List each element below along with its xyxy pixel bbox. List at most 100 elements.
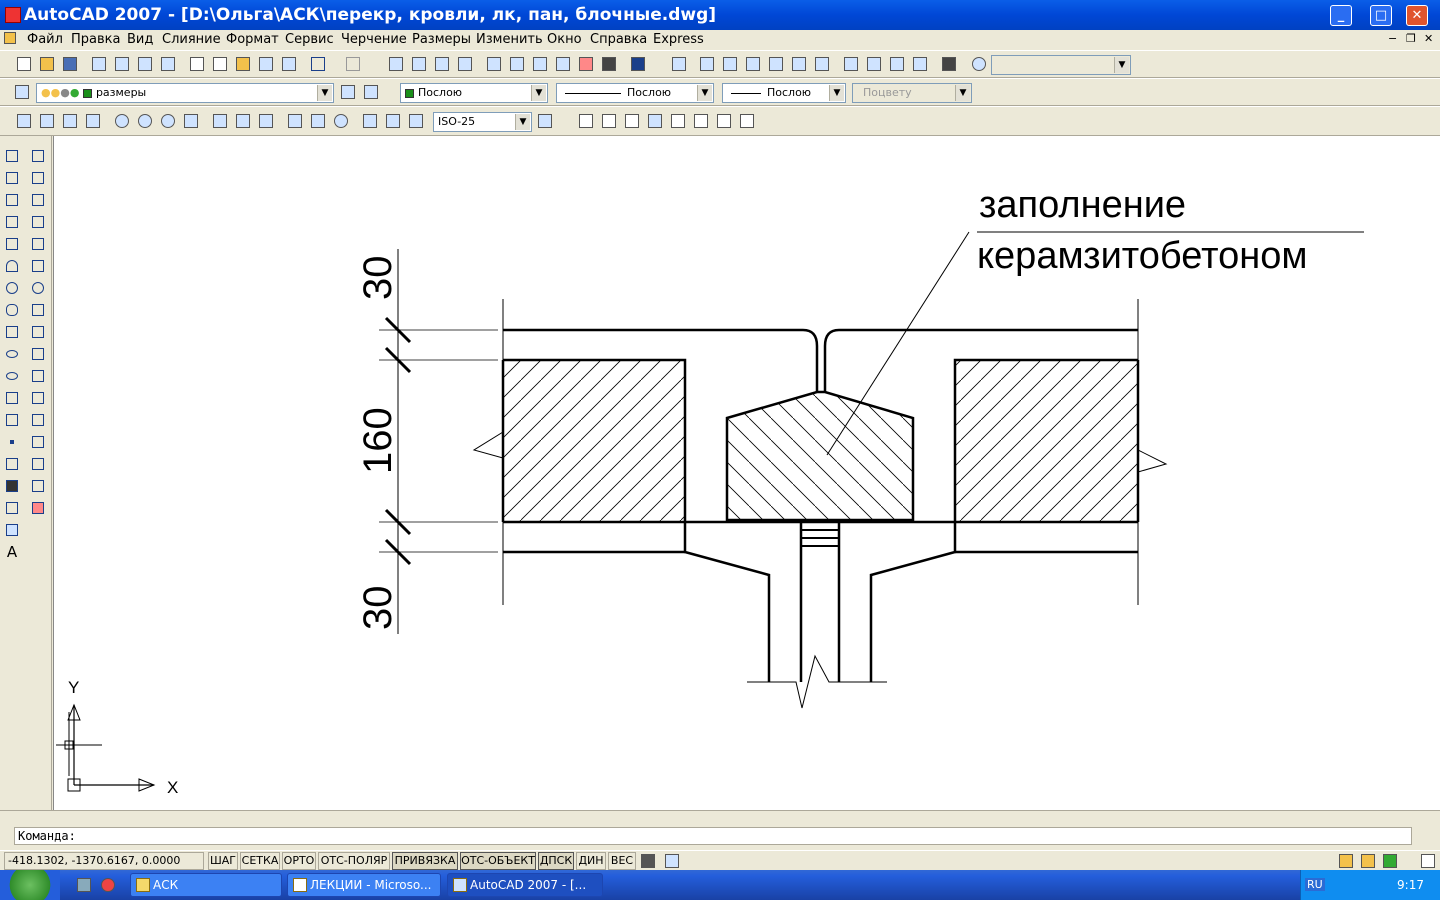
dim-style-icon[interactable] <box>535 111 555 131</box>
camera-icon[interactable] <box>939 54 959 74</box>
dim-diameter-icon[interactable] <box>158 111 178 131</box>
view-ne-iso-icon[interactable] <box>887 54 907 74</box>
polygon-icon[interactable] <box>2 212 22 232</box>
menu-tools[interactable]: Сервис <box>285 32 334 47</box>
scale-text-icon[interactable] <box>691 111 711 131</box>
dim-linear-icon[interactable] <box>14 111 34 131</box>
make-block-icon[interactable] <box>2 410 22 430</box>
color-combo[interactable]: Послою ▼ <box>400 83 548 103</box>
tool-palettes-icon[interactable] <box>530 54 550 74</box>
3d-dwf-icon[interactable] <box>158 54 178 74</box>
comm-center-icon[interactable] <box>1380 851 1400 871</box>
hatch-icon[interactable] <box>2 454 22 474</box>
text-style-icon[interactable] <box>668 111 688 131</box>
doc-close-icon[interactable]: ✕ <box>1424 32 1433 45</box>
menu-file[interactable]: Файл <box>27 32 63 47</box>
menu-view[interactable]: Вид <box>127 32 153 47</box>
lock-icon[interactable] <box>1336 851 1356 871</box>
properties-icon[interactable] <box>484 54 504 74</box>
toggle-osnap[interactable]: ПРИВЯЗКА <box>392 852 458 870</box>
view-sw-iso-icon[interactable] <box>841 54 861 74</box>
dim-text-edit-icon[interactable] <box>383 111 403 131</box>
view-top-icon[interactable] <box>697 54 717 74</box>
single-line-text-icon[interactable] <box>599 111 619 131</box>
view-nw-iso-icon[interactable] <box>910 54 930 74</box>
menu-window[interactable]: Окно <box>547 32 582 47</box>
toggle-otrack[interactable]: ОТС-ОБЪЕКТ <box>460 852 536 870</box>
justify-text-icon[interactable] <box>714 111 734 131</box>
mirror-icon[interactable] <box>28 190 48 210</box>
line-icon[interactable] <box>2 146 22 166</box>
region-icon[interactable] <box>2 498 22 518</box>
plot-icon[interactable] <box>89 54 109 74</box>
toggle-dyn[interactable]: ДИН <box>576 852 606 870</box>
menu-format[interactable]: Формат <box>226 32 279 47</box>
lineweight-combo[interactable]: Послою ▼ <box>722 83 846 103</box>
find-text-icon[interactable] <box>645 111 665 131</box>
dim-baseline-icon[interactable] <box>233 111 253 131</box>
markup-icon[interactable] <box>576 54 596 74</box>
break-at-point-icon[interactable] <box>28 388 48 408</box>
viewport-icon[interactable] <box>969 54 989 74</box>
layer-manager-icon[interactable] <box>12 82 32 102</box>
autocad-app-icon[interactable] <box>5 7 21 23</box>
break-icon[interactable] <box>28 410 48 430</box>
make-current-layer-icon[interactable] <box>338 82 358 102</box>
toggle-snap[interactable]: ШАГ <box>208 852 238 870</box>
tolerance-icon[interactable] <box>308 111 328 131</box>
table-icon[interactable] <box>2 520 22 540</box>
zoom-window-icon[interactable] <box>432 54 452 74</box>
convert-distance-icon[interactable] <box>737 111 757 131</box>
quicklaunch-desktop-icon[interactable] <box>74 875 94 895</box>
help-icon[interactable] <box>628 54 648 74</box>
document-icon[interactable] <box>2 30 18 48</box>
multiline-icon[interactable] <box>2 190 22 210</box>
start-button[interactable] <box>0 870 60 900</box>
layer-combo[interactable]: ●●●● размеры ▼ <box>36 83 334 103</box>
layer-previous-icon[interactable] <box>361 82 381 102</box>
offset-icon[interactable] <box>28 212 48 232</box>
dim-radius-icon[interactable] <box>112 111 132 131</box>
cut-icon[interactable] <box>187 54 207 74</box>
view-bottom-icon[interactable] <box>720 54 740 74</box>
plotstyle-combo[interactable]: Поцвету ▼ <box>852 83 972 103</box>
dim-aligned-icon[interactable] <box>37 111 57 131</box>
view-back-icon[interactable] <box>812 54 832 74</box>
menu-modify[interactable]: Изменить <box>476 32 543 47</box>
menu-dimension[interactable]: Размеры <box>412 32 471 47</box>
new-icon[interactable] <box>14 54 34 74</box>
ellipse-arc-icon[interactable] <box>2 366 22 386</box>
task-autocad[interactable]: AutoCAD 2007 - [... <box>447 873 603 897</box>
view-right-icon[interactable] <box>766 54 786 74</box>
coordinates-readout[interactable]: -418.1302, -1370.6167, 0.0000 <box>4 852 204 870</box>
open-icon[interactable] <box>37 54 57 74</box>
insert-block-icon[interactable] <box>2 388 22 408</box>
task-ask[interactable]: АСК <box>130 873 282 897</box>
point-icon[interactable] <box>2 432 22 452</box>
quick-leader-icon[interactable] <box>285 111 305 131</box>
menu-edit[interactable]: Правка <box>71 32 120 47</box>
construction-line-icon[interactable] <box>2 168 22 188</box>
redo-icon[interactable] <box>343 54 363 74</box>
multiline-text-icon[interactable] <box>576 111 596 131</box>
filling-block[interactable] <box>725 390 915 522</box>
doc-minimize-icon[interactable]: − <box>1388 32 1397 45</box>
quick-dim-icon[interactable] <box>210 111 230 131</box>
gradient-icon[interactable] <box>2 476 22 496</box>
view-se-iso-icon[interactable] <box>864 54 884 74</box>
rectangle-icon[interactable] <box>2 234 22 254</box>
quicklaunch-browser-icon[interactable] <box>98 875 118 895</box>
edit-text-icon[interactable] <box>622 111 642 131</box>
clean-screen-icon[interactable] <box>1418 851 1438 871</box>
dim-edit-icon[interactable] <box>360 111 380 131</box>
paste-icon[interactable] <box>233 54 253 74</box>
rotate-icon[interactable] <box>28 278 48 298</box>
join-icon[interactable] <box>28 432 48 452</box>
center-mark-icon[interactable] <box>331 111 351 131</box>
minimize-button[interactable]: _ <box>1330 5 1352 26</box>
pan-icon[interactable] <box>386 54 406 74</box>
revision-cloud-icon[interactable] <box>2 300 22 320</box>
chamfer-icon[interactable] <box>28 454 48 474</box>
plot-preview-icon[interactable] <box>112 54 132 74</box>
menu-draw[interactable]: Черчение <box>341 32 407 47</box>
